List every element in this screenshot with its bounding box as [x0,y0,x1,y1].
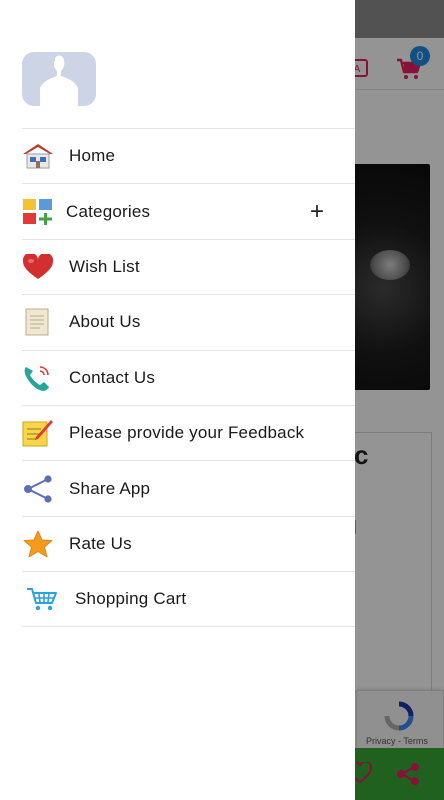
navigation-drawer: Home Categories + Wish List About Us Con… [0,0,355,800]
menu-label-home: Home [69,146,116,166]
menu-label-wishlist: Wish List [69,256,140,276]
document-icon [22,308,54,336]
notepad-icon [22,419,54,447]
menu-item-feedback[interactable]: Please provide your Feedback [22,404,355,460]
menu-item-rate[interactable]: Rate Us [22,515,355,571]
share-icon [22,474,54,503]
menu-item-about[interactable]: About Us [22,294,355,349]
cart-icon [26,585,58,613]
drawer-profile-header [0,0,355,128]
menu-label-rate: Rate Us [69,533,132,553]
menu-label-categories: Categories [66,201,151,221]
star-icon [22,530,54,558]
menu-label-about: About Us [69,312,141,332]
menu-item-share[interactable]: Share App [22,460,355,515]
expand-plus-icon[interactable]: + [310,199,324,224]
menu-item-categories[interactable]: Categories + [22,183,355,238]
drawer-menu: Home Categories + Wish List About Us Con… [22,128,355,627]
menu-item-home[interactable]: Home [22,128,355,183]
menu-label-contact: Contact Us [69,367,156,387]
menu-item-wishlist[interactable]: Wish List [22,238,355,294]
menu-label-feedback: Please provide your Feedback [69,423,305,443]
avatar[interactable] [22,52,96,106]
menu-item-contact[interactable]: Contact Us [22,349,355,405]
menu-label-share: Share App [69,478,151,498]
home-icon [22,142,54,170]
categories-icon [22,198,54,226]
menu-label-cart: Shopping Cart [75,588,187,608]
heart-icon [22,253,54,281]
phone-icon [22,364,54,392]
menu-item-cart[interactable]: Shopping Cart [22,571,355,627]
user-silhouette-icon [40,55,78,106]
